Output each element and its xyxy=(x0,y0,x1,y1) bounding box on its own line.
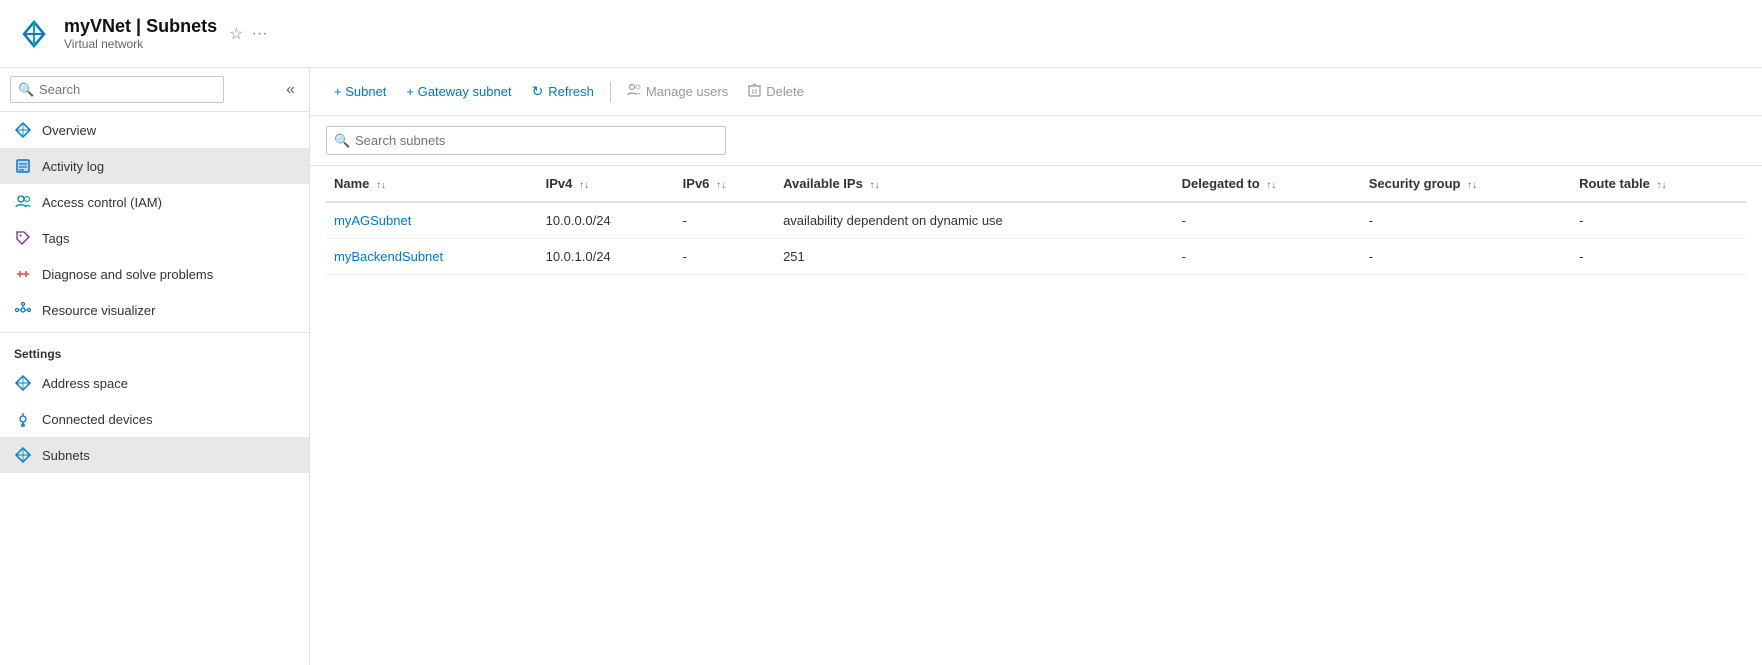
favorite-icon[interactable]: ☆ xyxy=(229,24,243,44)
table-row: myAGSubnet 10.0.0.0/24 - availability de… xyxy=(326,202,1746,239)
resource-subtitle: Virtual network xyxy=(64,37,217,51)
table-row: myBackendSubnet 10.0.1.0/24 - 251 - - - xyxy=(326,239,1746,275)
more-options-icon[interactable]: ··· xyxy=(251,25,267,43)
sort-icon-name[interactable]: ↑↓ xyxy=(376,180,386,191)
subnet-available-ips-cell: availability dependent on dynamic use xyxy=(775,202,1174,239)
page-header: myVNet | Subnets Virtual network ☆ ··· xyxy=(0,0,1762,68)
manage-users-label: Manage users xyxy=(646,84,728,99)
col-route-table: Route table ↑↓ xyxy=(1571,166,1746,202)
sidebar-nav: Overview Activity log xyxy=(0,112,309,665)
page-title: Subnets xyxy=(146,16,217,36)
resource-name: myVNet xyxy=(64,16,131,36)
subnet-ipv4-cell: 10.0.1.0/24 xyxy=(538,239,675,275)
sort-icon-delegated-to[interactable]: ↑↓ xyxy=(1266,180,1276,191)
sidebar-search-row: 🔍 « xyxy=(0,68,309,112)
col-delegated-to: Delegated to ↑↓ xyxy=(1174,166,1361,202)
main-layout: 🔍 « Overview xyxy=(0,68,1762,665)
subnet-ipv6-cell: - xyxy=(675,239,775,275)
content-search-wrapper: 🔍 xyxy=(326,126,726,155)
sidebar-item-activity-log[interactable]: Activity log xyxy=(0,148,309,184)
sort-icon-available-ips[interactable]: ↑↓ xyxy=(869,180,879,191)
sort-icon-ipv4[interactable]: ↑↓ xyxy=(579,180,589,191)
sidebar-item-label: Connected devices xyxy=(42,412,153,427)
subnets-table: Name ↑↓ IPv4 ↑↓ IPv6 ↑↓ Available IPs xyxy=(326,166,1746,275)
subnet-route-table-cell: - xyxy=(1571,239,1746,275)
subnet-security-group-cell: - xyxy=(1361,239,1571,275)
subnet-ipv6-cell: - xyxy=(675,202,775,239)
manage-users-button[interactable]: Manage users xyxy=(619,78,736,105)
sidebar-item-label: Activity log xyxy=(42,159,104,174)
subnet-name-cell[interactable]: myBackendSubnet xyxy=(326,239,538,275)
sidebar-item-label: Address space xyxy=(42,376,128,391)
sort-icon-route-table[interactable]: ↑↓ xyxy=(1656,180,1666,191)
diagnose-icon xyxy=(14,265,32,283)
content-area: + Subnet + Gateway subnet ↻ Refresh Mana… xyxy=(310,68,1762,665)
sidebar-item-resource-visualizer[interactable]: Resource visualizer xyxy=(0,292,309,328)
activity-log-icon xyxy=(14,157,32,175)
toolbar-separator xyxy=(610,82,611,102)
delete-icon xyxy=(748,83,761,100)
delete-label: Delete xyxy=(766,84,804,99)
sidebar-item-diagnose[interactable]: Diagnose and solve problems xyxy=(0,256,309,292)
sidebar-item-label: Overview xyxy=(42,123,96,138)
header-title-group: myVNet | Subnets Virtual network xyxy=(64,16,217,51)
subnets-icon xyxy=(14,446,32,464)
resource-title: myVNet | Subnets xyxy=(64,16,217,37)
sidebar-search-wrapper: 🔍 xyxy=(10,76,276,103)
subnet-name-cell[interactable]: myAGSubnet xyxy=(326,202,538,239)
access-control-icon xyxy=(14,193,32,211)
subnet-delegated-to-cell: - xyxy=(1174,202,1361,239)
sidebar-item-address-space[interactable]: Address space xyxy=(0,365,309,401)
sidebar-item-access-control[interactable]: Access control (IAM) xyxy=(0,184,309,220)
content-search-row: 🔍 xyxy=(310,116,1762,166)
refresh-button[interactable]: ↻ Refresh xyxy=(524,78,602,105)
sidebar-item-label: Tags xyxy=(42,231,69,246)
sidebar-item-tags[interactable]: Tags xyxy=(0,220,309,256)
toolbar: + Subnet + Gateway subnet ↻ Refresh Mana… xyxy=(310,68,1762,116)
subnet-search-input[interactable] xyxy=(326,126,726,155)
sidebar-item-label: Subnets xyxy=(42,448,90,463)
col-available-ips: Available IPs ↑↓ xyxy=(775,166,1174,202)
table-header-row: Name ↑↓ IPv4 ↑↓ IPv6 ↑↓ Available IPs xyxy=(326,166,1746,202)
manage-users-icon xyxy=(627,83,641,100)
sort-icon-security-group[interactable]: ↑↓ xyxy=(1467,180,1477,191)
col-security-group: Security group ↑↓ xyxy=(1361,166,1571,202)
add-gateway-subnet-button[interactable]: + Gateway subnet xyxy=(398,79,519,104)
col-name: Name ↑↓ xyxy=(326,166,538,202)
add-subnet-button[interactable]: + Subnet xyxy=(326,79,394,104)
subnet-delegated-to-cell: - xyxy=(1174,239,1361,275)
tags-icon xyxy=(14,229,32,247)
address-space-icon xyxy=(14,374,32,392)
sidebar: 🔍 « Overview xyxy=(0,68,310,665)
azure-logo xyxy=(16,16,52,52)
resource-visualizer-icon xyxy=(14,301,32,319)
refresh-icon: ↻ xyxy=(532,83,544,100)
sidebar-item-connected-devices[interactable]: Connected devices xyxy=(0,401,309,437)
col-ipv4: IPv4 ↑↓ xyxy=(538,166,675,202)
refresh-label: Refresh xyxy=(548,84,594,99)
sidebar-item-subnets[interactable]: Subnets xyxy=(0,437,309,473)
overview-icon xyxy=(14,121,32,139)
table-container: Name ↑↓ IPv4 ↑↓ IPv6 ↑↓ Available IPs xyxy=(310,166,1762,665)
sidebar-item-label: Access control (IAM) xyxy=(42,195,162,210)
sidebar-item-label: Resource visualizer xyxy=(42,303,155,318)
sidebar-item-label: Diagnose and solve problems xyxy=(42,267,213,282)
sort-icon-ipv6[interactable]: ↑↓ xyxy=(716,180,726,191)
subnet-ipv4-cell: 10.0.0.0/24 xyxy=(538,202,675,239)
subnet-security-group-cell: - xyxy=(1361,202,1571,239)
settings-section-header: Settings xyxy=(0,332,309,365)
subnet-available-ips-cell: 251 xyxy=(775,239,1174,275)
title-separator: | xyxy=(136,16,146,36)
sidebar-search-input[interactable] xyxy=(10,76,224,103)
col-ipv6: IPv6 ↑↓ xyxy=(675,166,775,202)
subnet-route-table-cell: - xyxy=(1571,202,1746,239)
sidebar-collapse-button[interactable]: « xyxy=(282,77,299,103)
sidebar-item-overview[interactable]: Overview xyxy=(0,112,309,148)
delete-button[interactable]: Delete xyxy=(740,78,812,105)
connected-devices-icon xyxy=(14,410,32,428)
